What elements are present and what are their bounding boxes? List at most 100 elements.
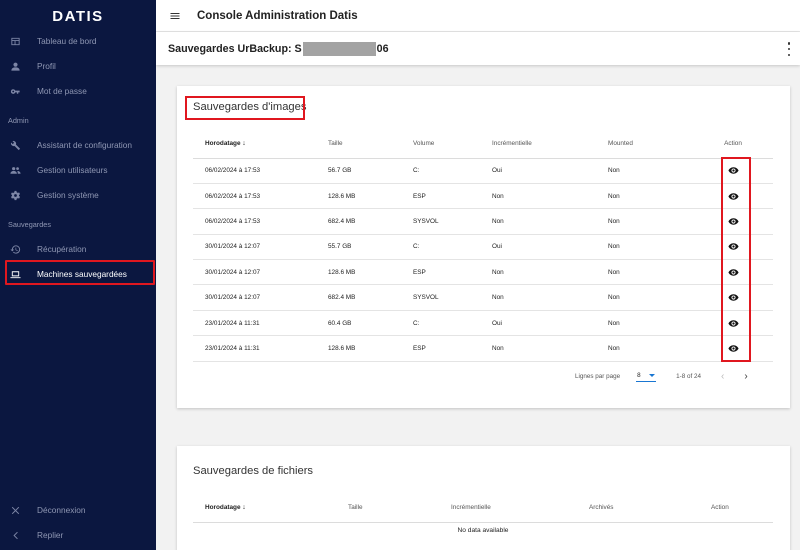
cell-volume: ESP (413, 259, 492, 286)
app-title: Console Administration Datis (197, 9, 358, 22)
sidebar-item-recovery[interactable]: Récupération (0, 237, 156, 261)
history-icon (0, 244, 30, 255)
cell-mounted: Non (608, 234, 693, 261)
sidebar-item-password[interactable]: Mot de passe (0, 79, 156, 103)
sidebar-item-label: Assistant de configuration (37, 140, 133, 150)
page-title-suffix: 06 (376, 42, 389, 55)
column-header-size[interactable]: Taille (334, 494, 439, 523)
cell-incremental: Non (492, 259, 608, 286)
redacted-block (302, 41, 376, 56)
cell-incremental: Oui (492, 158, 608, 184)
highlight-box (5, 260, 155, 285)
cell-timestamp: 30/01/2024 à 12:07 (193, 284, 328, 311)
page-header: Sauvegardes UrBackup: S 06 (156, 32, 800, 65)
cell-size: 682.4 MB (328, 284, 413, 311)
cell-timestamp: 30/01/2024 à 12:07 (193, 234, 328, 261)
column-header-action: Action (689, 494, 773, 523)
rows-per-page-label: Lignes par page (575, 372, 621, 380)
section-backups: Sauvegardes (8, 220, 52, 229)
column-header-timestamp[interactable]: Horodatage ↓ (193, 130, 328, 159)
sidebar-item-label: Gestion utilisateurs (37, 165, 108, 175)
cell-volume: ESP (413, 183, 492, 210)
cell-size: 682.4 MB (328, 208, 413, 235)
column-header-mounted[interactable]: Mounted (608, 130, 693, 159)
cell-timestamp: 06/02/2024 à 17:53 (193, 158, 328, 184)
table-row: 30/01/2024 à 12:07 128.6 MB ESP Non Non (193, 259, 773, 286)
table-header-row: Horodatage ↓ Taille Volume Incrémentiell… (193, 130, 773, 159)
dashboard-icon (0, 36, 30, 47)
cell-volume: C: (413, 158, 492, 184)
cell-mounted: Non (608, 335, 693, 362)
more-vert-icon[interactable] (786, 42, 792, 56)
chevron-left-icon[interactable]: ‹ (721, 371, 724, 382)
sidebar: DATIS Tableau de bord Profil Mot de pass… (0, 0, 156, 550)
highlight-box (185, 96, 305, 120)
cell-size: 128.6 MB (328, 183, 413, 210)
cell-volume: ESP (413, 335, 492, 362)
column-header-timestamp[interactable]: Horodatage ↓ (193, 494, 334, 523)
cell-mounted: Non (608, 158, 693, 184)
column-header-size[interactable]: Taille (328, 130, 413, 159)
cell-incremental: Non (492, 208, 608, 235)
sidebar-item-logout[interactable]: Déconnexion (0, 498, 156, 522)
column-header-volume[interactable]: Volume (413, 130, 492, 159)
sidebar-item-users[interactable]: Gestion utilisateurs (0, 158, 156, 182)
cell-size: 60.4 GB (328, 310, 413, 337)
sidebar-item-profile[interactable]: Profil (0, 54, 156, 78)
sidebar-item-label: Tableau de bord (37, 36, 97, 46)
users-icon (0, 165, 30, 176)
section-admin: Admin (8, 116, 29, 125)
chevron-left-icon (0, 530, 30, 541)
cell-volume: SYSVOL (413, 208, 492, 235)
cell-timestamp: 30/01/2024 à 12:07 (193, 259, 328, 286)
card-title: Sauvegardes de fichiers (193, 465, 314, 477)
cell-mounted: Non (608, 183, 693, 210)
page-range: 1-8 of 24 (676, 372, 702, 380)
sidebar-item-dashboard[interactable]: Tableau de bord (0, 29, 156, 53)
column-header-incremental[interactable]: Incrémentielle (439, 494, 573, 523)
arrow-down-icon: ↓ (242, 504, 246, 512)
gear-icon (0, 190, 30, 201)
sidebar-item-label: Profil (37, 61, 56, 71)
cell-mounted: Non (608, 310, 693, 337)
cell-incremental: Non (492, 183, 608, 210)
column-header-incremental[interactable]: Incrémentielle (492, 130, 608, 159)
page-title-prefix: Sauvegardes UrBackup: S (168, 42, 302, 55)
table-row: 30/01/2024 à 12:07 682.4 MB SYSVOL Non Non (193, 284, 773, 311)
table-row: 30/01/2024 à 12:07 55.7 GB C: Oui Non (193, 234, 773, 261)
sidebar-item-label: Replier (37, 530, 64, 540)
sidebar-item-label: Récupération (37, 244, 87, 254)
sidebar-item-collapse[interactable]: Replier (0, 523, 156, 547)
rows-per-page-select[interactable]: 8 (636, 370, 657, 382)
top-bar: Console Administration Datis (156, 0, 800, 32)
cell-timestamp: 23/01/2024 à 11:31 (193, 310, 328, 337)
column-header-archived[interactable]: Archivés (573, 494, 689, 523)
chevron-right-icon[interactable]: › (744, 371, 747, 382)
cell-incremental: Oui (492, 310, 608, 337)
cell-volume: C: (413, 310, 492, 337)
wrench-icon (0, 140, 30, 151)
sidebar-item-label: Gestion système (37, 190, 99, 200)
table-row: 23/01/2024 à 11:31 60.4 GB C: Oui Non (193, 310, 773, 337)
sidebar-item-setup-wizard[interactable]: Assistant de configuration (0, 133, 156, 157)
file-backups-table: Horodatage ↓ Taille Incrémentielle Archi… (193, 494, 773, 523)
pagination: Lignes par page 8 1-8 of 24 ‹ › (575, 370, 748, 382)
cell-incremental: Non (492, 335, 608, 362)
key-icon (0, 86, 30, 97)
sidebar-item-label: Déconnexion (37, 505, 86, 515)
menu-icon[interactable] (156, 10, 194, 22)
cell-mounted: Non (608, 284, 693, 311)
column-header-action: Action (693, 130, 773, 159)
cell-size: 56.7 GB (328, 158, 413, 184)
person-icon (0, 61, 30, 72)
table-row: 06/02/2024 à 17:53 682.4 MB SYSVOL Non Non (193, 208, 773, 235)
sidebar-item-system[interactable]: Gestion système (0, 183, 156, 207)
page-title: Sauvegardes UrBackup: S 06 (156, 41, 389, 56)
image-backups-table: Horodatage ↓ Taille Volume Incrémentiell… (193, 130, 773, 362)
table-row: 06/02/2024 à 17:53 128.6 MB ESP Non Non (193, 183, 773, 210)
cell-volume: SYSVOL (413, 284, 492, 311)
cell-timestamp: 06/02/2024 à 17:53 (193, 208, 328, 235)
cell-timestamp: 23/01/2024 à 11:31 (193, 335, 328, 362)
close-icon (0, 505, 30, 516)
cell-mounted: Non (608, 259, 693, 286)
